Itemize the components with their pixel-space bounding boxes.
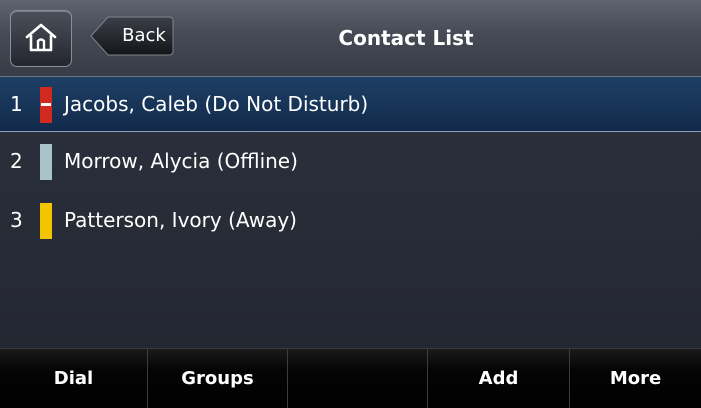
away-status-icon <box>40 203 52 239</box>
contact-name: Patterson, Ivory (Away) <box>64 208 297 232</box>
home-icon <box>23 20 59 58</box>
contact-number: 3 <box>10 208 23 232</box>
contact-name: Jacobs, Caleb (Do Not Disturb) <box>64 92 369 116</box>
contact-name: Morrow, Alycia (Offline) <box>64 149 298 173</box>
empty-softkey <box>288 349 428 408</box>
contact-row-2[interactable]: 2 Morrow, Alycia (Offline) <box>0 134 701 189</box>
phone-screen: Back Contact List 1 Jacobs, Caleb (Do No… <box>0 0 701 408</box>
home-button[interactable] <box>10 10 72 67</box>
dial-softkey[interactable]: Dial <box>0 349 148 408</box>
page-title: Contact List <box>338 26 474 50</box>
contact-number: 2 <box>10 149 23 173</box>
contact-number: 1 <box>10 92 23 116</box>
offline-status-icon <box>40 144 52 180</box>
dnd-dash <box>41 103 51 106</box>
more-softkey[interactable]: More <box>570 349 701 408</box>
contact-row-3[interactable]: 3 Patterson, Ivory (Away) <box>0 193 701 248</box>
back-label: Back <box>122 25 166 46</box>
groups-softkey[interactable]: Groups <box>148 349 288 408</box>
softkey-bar: Dial Groups Add More <box>0 348 701 408</box>
add-softkey[interactable]: Add <box>428 349 570 408</box>
back-button[interactable]: Back <box>90 16 174 56</box>
title-bar: Back Contact List <box>0 0 701 77</box>
contact-row-1[interactable]: 1 Jacobs, Caleb (Do Not Disturb) <box>0 77 701 132</box>
do-not-disturb-status-icon <box>40 87 52 123</box>
